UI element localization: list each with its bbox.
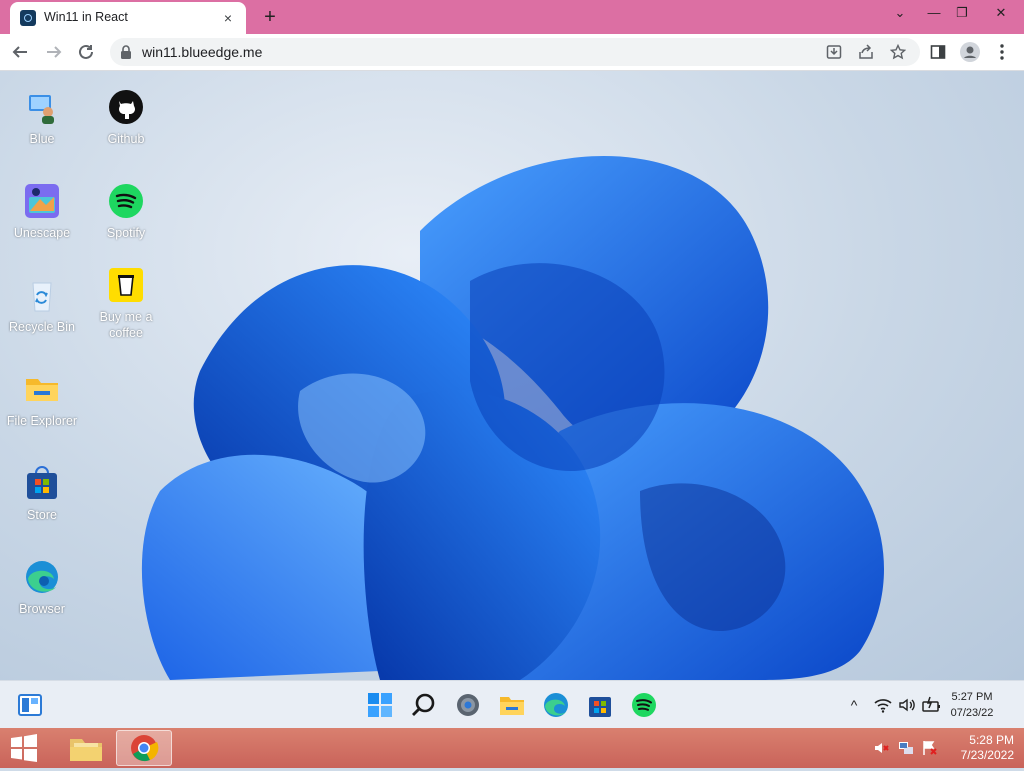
desktop-icon-unescape[interactable]: Unescape — [0, 183, 84, 241]
desktop-icon-label: Recycle Bin — [9, 320, 75, 334]
user-pc-icon — [24, 89, 60, 125]
desktop-icon-label: Blue — [29, 132, 55, 146]
lock-icon — [121, 45, 131, 59]
host-taskbar-explorer[interactable] — [58, 730, 114, 766]
host-clock[interactable]: 5:28 PM 7/23/2022 — [944, 733, 1014, 763]
arrow-right-icon — [47, 46, 62, 58]
tray-chevron-icon[interactable]: ^ — [844, 695, 864, 715]
desktop-icon-label: File Explorer — [6, 414, 78, 428]
side-panel-icon — [930, 45, 946, 59]
tab-search-icon[interactable]: ⌄ — [882, 0, 918, 28]
host-windows-taskbar: 5:28 PM 7/23/2022 — [0, 728, 1024, 768]
host-time: 5:28 PM — [969, 733, 1014, 747]
start-icon[interactable] — [366, 691, 394, 719]
url-text: win11.blueedge.me — [142, 44, 263, 60]
menu-button[interactable] — [990, 40, 1014, 64]
host-date: 7/23/2022 — [960, 748, 1014, 762]
spotify-app-icon[interactable] — [630, 691, 658, 719]
coffee-icon — [108, 267, 144, 303]
new-tab-button[interactable]: + — [258, 6, 282, 28]
spotify-icon — [108, 183, 144, 219]
tab-close-icon[interactable]: × — [218, 8, 238, 28]
desktop-icon-store[interactable]: Store — [0, 465, 84, 523]
forward-button[interactable] — [42, 40, 66, 64]
store-icon — [24, 465, 60, 501]
windows-bloom-wallpaper — [141, 156, 884, 680]
address-bar[interactable]: win11.blueedge.me — [110, 38, 920, 66]
unescape-icon — [24, 183, 60, 219]
close-window-button[interactable]: ✕ — [978, 0, 1024, 28]
win11-time: 5:27 PM — [951, 691, 993, 703]
desktop-icon-label: Spotify — [106, 226, 146, 240]
desktop-icon-label: Store — [27, 508, 57, 522]
desktop-icon-label: Unescape — [13, 226, 71, 240]
wifi-icon[interactable] — [873, 695, 893, 715]
tab-title: Win11 in React — [44, 10, 128, 24]
settings-gear-icon[interactable] — [454, 691, 482, 719]
windows-start-icon[interactable] — [8, 734, 40, 762]
side-panel-button[interactable] — [926, 40, 950, 64]
folder-libraries-icon — [70, 739, 102, 761]
battery-charging-icon[interactable] — [921, 695, 941, 715]
browser-tab[interactable]: Win11 in React × — [10, 2, 246, 34]
arrow-left-icon — [12, 46, 27, 58]
edge-browser-icon[interactable] — [542, 691, 570, 719]
back-button[interactable] — [8, 40, 32, 64]
bookmark-star-icon[interactable] — [890, 44, 906, 60]
reload-icon — [79, 44, 93, 59]
avatar-icon — [960, 42, 980, 62]
desktop-icon-github[interactable]: Github — [84, 89, 168, 147]
desktop-icon-blue[interactable]: Blue — [0, 89, 84, 147]
desktop-icon-label: Browser — [19, 602, 65, 616]
win11-taskbar: ^ 5:27 PM 07/23/22 — [0, 680, 1024, 729]
store-app-icon[interactable] — [586, 691, 614, 719]
desktop-icon-recycle-bin[interactable]: Recycle Bin — [0, 277, 84, 335]
volume-icon[interactable] — [897, 695, 917, 715]
recycle-bin-icon — [24, 277, 60, 313]
browser-toolbar: win11.blueedge.me — [0, 34, 1024, 71]
speaker-muted-icon[interactable] — [874, 740, 890, 756]
desktop-icon-browser[interactable]: Browser — [0, 559, 84, 617]
search-icon[interactable] — [410, 691, 438, 719]
win11-date: 07/23/22 — [950, 707, 994, 719]
widgets-icon[interactable] — [16, 691, 44, 719]
desktop-icon-buy-me-a-coffee[interactable]: Buy me a coffee — [84, 267, 168, 341]
win11-desktop[interactable]: Blue Unescape Recycle Bin File Explorer … — [0, 71, 1024, 680]
folder-icon — [24, 371, 60, 407]
github-icon — [108, 89, 144, 125]
install-app-icon[interactable] — [826, 44, 842, 60]
desktop-icon-label: Buy me a coffee — [99, 310, 153, 340]
win11-favicon-icon — [20, 10, 36, 26]
kebab-menu-icon — [1000, 44, 1004, 60]
restore-button[interactable]: ❐ — [944, 0, 980, 28]
reload-button[interactable] — [74, 40, 98, 64]
browser-tab-strip: Win11 in React × + ⌄ — ❐ ✕ — [0, 0, 1024, 34]
desktop-icon-label: Github — [107, 132, 145, 146]
desktop-icon-file-explorer[interactable]: File Explorer — [0, 371, 84, 429]
chrome-icon — [131, 735, 159, 762]
profile-button[interactable] — [958, 40, 982, 64]
share-icon[interactable] — [858, 44, 874, 60]
network-icon[interactable] — [898, 740, 914, 756]
edge-icon — [24, 559, 60, 595]
action-center-flag-icon[interactable] — [922, 740, 938, 756]
host-taskbar-chrome[interactable] — [116, 730, 172, 766]
desktop-icon-spotify[interactable]: Spotify — [84, 183, 168, 241]
win11-clock[interactable]: 5:27 PM 07/23/22 — [942, 689, 1002, 721]
file-explorer-icon[interactable] — [498, 691, 526, 719]
